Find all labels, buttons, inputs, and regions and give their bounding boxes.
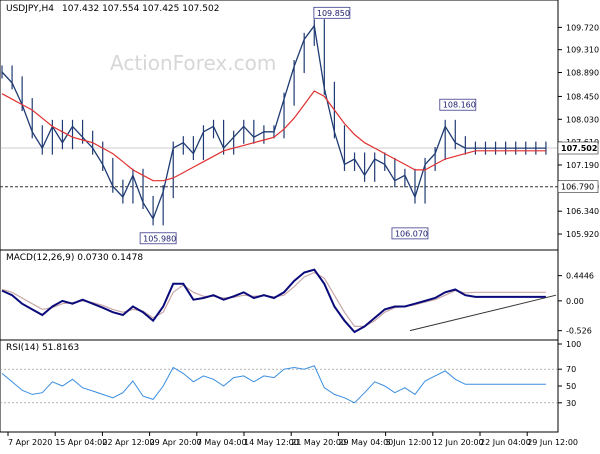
price-ytick-label: 108.450 bbox=[566, 92, 599, 101]
rsi-panel-frame bbox=[0, 339, 559, 433]
price-ytick-label: 108.030 bbox=[566, 115, 599, 124]
x-tick-label: 22 Jun 04:00 bbox=[480, 438, 531, 447]
current-price-tag-label: 107.502 bbox=[561, 144, 597, 153]
x-tick-label: 22 Apr 12:00 bbox=[102, 438, 154, 447]
rsi-ytick-label: 50 bbox=[566, 382, 576, 391]
x-axis: 7 Apr 2020 15 Apr 04:0022 Apr 12:0029 Apr… bbox=[7, 432, 578, 447]
rsi-ytick-label: 100 bbox=[566, 340, 581, 349]
macd-ytick-label: -0.526 bbox=[566, 327, 592, 336]
x-tick-label: 12 Jun 20:00 bbox=[433, 438, 484, 447]
x-tick-label: 29 Apr 20:00 bbox=[150, 438, 202, 447]
rsi-title: RSI(14) 51.8163 bbox=[6, 343, 79, 353]
x-tick-label: 7 May 04:00 bbox=[197, 438, 247, 447]
x-tick-label: 7 Apr 2020 bbox=[8, 438, 52, 447]
x-tick-label: 29 Jun 12:00 bbox=[527, 438, 578, 447]
watermark: ActionForex.com bbox=[110, 51, 276, 75]
chart-symbol: USDJPY,H4 bbox=[6, 4, 54, 14]
price-annotation-label: 105.980 bbox=[143, 234, 176, 243]
rsi-ytick-label: 70 bbox=[566, 365, 576, 374]
price-ytick-label: 105.920 bbox=[566, 230, 599, 239]
support-tag-label: 106.790 bbox=[561, 183, 594, 192]
rsi-ytick-label: 30 bbox=[566, 399, 576, 408]
chart-ohlc: 107.432 107.554 107.425 107.502 bbox=[62, 4, 219, 14]
forex-chart: USDJPY,H4 107.432 107.554 107.425 107.50… bbox=[0, 0, 600, 450]
macd-title: MACD(12,26,9) 0.0730 0.1478 bbox=[6, 253, 143, 263]
price-annotation-label: 109.850 bbox=[317, 9, 350, 18]
price-ytick-label: 106.340 bbox=[566, 207, 599, 216]
x-tick-label: 15 Apr 04:00 bbox=[55, 438, 107, 447]
chart-svg: USDJPY,H4 107.432 107.554 107.425 107.50… bbox=[0, 0, 599, 447]
price-ytick-label: 109.310 bbox=[566, 46, 599, 55]
price-annotation-label: 106.070 bbox=[395, 229, 428, 238]
macd-ytick-label: 0.00 bbox=[566, 297, 584, 306]
price-panel-frame bbox=[0, 0, 559, 251]
x-tick-label: 5 Jun 12:00 bbox=[386, 438, 432, 447]
price-ytick-label: 109.720 bbox=[566, 23, 599, 32]
price-ytick-label: 107.190 bbox=[566, 161, 599, 170]
macd-ytick-label: 0.4446 bbox=[566, 272, 594, 281]
price-annotation-label: 108.160 bbox=[443, 101, 476, 110]
price-ytick-label: 108.890 bbox=[566, 69, 599, 78]
